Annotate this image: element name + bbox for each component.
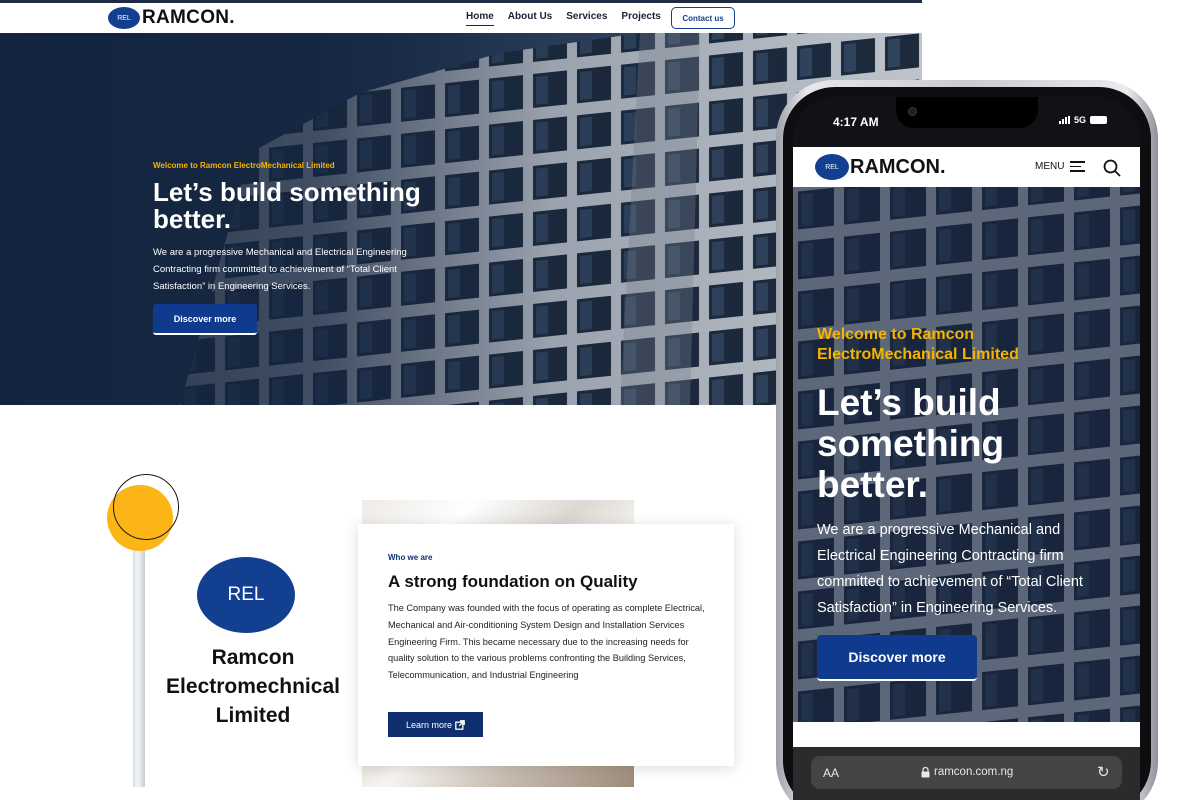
nav-link-services[interactable]: Services (566, 11, 607, 26)
menu-label: MENU (1035, 161, 1065, 172)
phone-mockup: 4:17 AM 5G REL RAMCON. MENU Welcome to R… (776, 80, 1158, 800)
mobile-discover-more-button[interactable]: Discover more (817, 635, 977, 681)
company-name: Ramcon Electromechnical Limited (166, 646, 340, 727)
about-body: The Company was founded with the focus o… (388, 603, 705, 681)
url-display[interactable]: ramcon.com.ng (921, 766, 1013, 778)
nav-links: Home About Us Services Projects (466, 11, 661, 26)
mobile-hero-section: Welcome to Ramcon ElectroMechanical Limi… (793, 187, 1140, 722)
status-time: 4:17 AM (833, 115, 879, 129)
network-label: 5G (1074, 115, 1087, 125)
status-indicators: 5G (1059, 115, 1108, 125)
url-text: ramcon.com.ng (934, 766, 1014, 778)
nav-link-home[interactable]: Home (466, 11, 494, 26)
nav-link-about[interactable]: About Us (508, 11, 552, 26)
contact-button[interactable]: Contact us (671, 7, 735, 29)
mobile-hero-title: Let’s build something better. (817, 382, 1005, 505)
mobile-menu-button[interactable]: MENU (1035, 161, 1086, 172)
logo-text: RAMCON. (142, 7, 235, 28)
external-link-icon (455, 719, 465, 730)
mobile-content-strip (793, 722, 1140, 747)
about-kicker: Who we are (388, 553, 433, 562)
nav-link-projects[interactable]: Projects (621, 11, 660, 26)
hero-kicker: Welcome to Ramcon ElectroMechanical Limi… (153, 161, 335, 170)
reload-icon[interactable]: ↻ (1097, 763, 1110, 781)
about-title: A strong foundation on Quality (388, 572, 638, 591)
desktop-navbar: REL RAMCON. Home About Us Services Proje… (0, 3, 922, 33)
status-bar: 4:17 AM 5G (793, 97, 1140, 147)
browser-address-bar[interactable]: AA ramcon.com.ng ↻ (811, 756, 1122, 789)
lock-icon (921, 766, 930, 777)
learn-more-label: Learn more (405, 719, 453, 730)
discover-more-button[interactable]: Discover more (153, 304, 257, 335)
phone-screen: 4:17 AM 5G REL RAMCON. MENU Welcome to R… (793, 97, 1140, 800)
hamburger-icon (1070, 161, 1086, 172)
text-size-button[interactable]: AA (823, 766, 839, 780)
camera-icon (908, 107, 917, 116)
mobile-logo-mark[interactable]: REL (815, 154, 849, 180)
mobile-hero-kicker: Welcome to Ramcon ElectroMechanical Limi… (817, 326, 1019, 363)
learn-more-button[interactable]: Learn more (388, 712, 483, 737)
mobile-logo-text[interactable]: RAMCON. (850, 156, 946, 179)
mobile-hero-description: We are a progressive Mechanical and Elec… (817, 522, 1083, 616)
phone-notch (896, 97, 1038, 128)
decorative-ring (113, 474, 179, 540)
battery-icon (1090, 116, 1108, 124)
hero-title: Let’s build something better. (153, 177, 421, 234)
site-logo[interactable]: REL RAMCON. (108, 7, 235, 29)
mobile-navbar: REL RAMCON. MENU (793, 147, 1140, 187)
about-card: Who we are A strong foundation on Qualit… (358, 524, 734, 766)
search-icon[interactable] (1103, 159, 1121, 177)
company-logo-mark: REL (197, 557, 295, 633)
hero-description: We are a progressive Mechanical and Elec… (153, 247, 407, 292)
signal-icon (1059, 116, 1070, 124)
logo-mark: REL (108, 7, 140, 29)
